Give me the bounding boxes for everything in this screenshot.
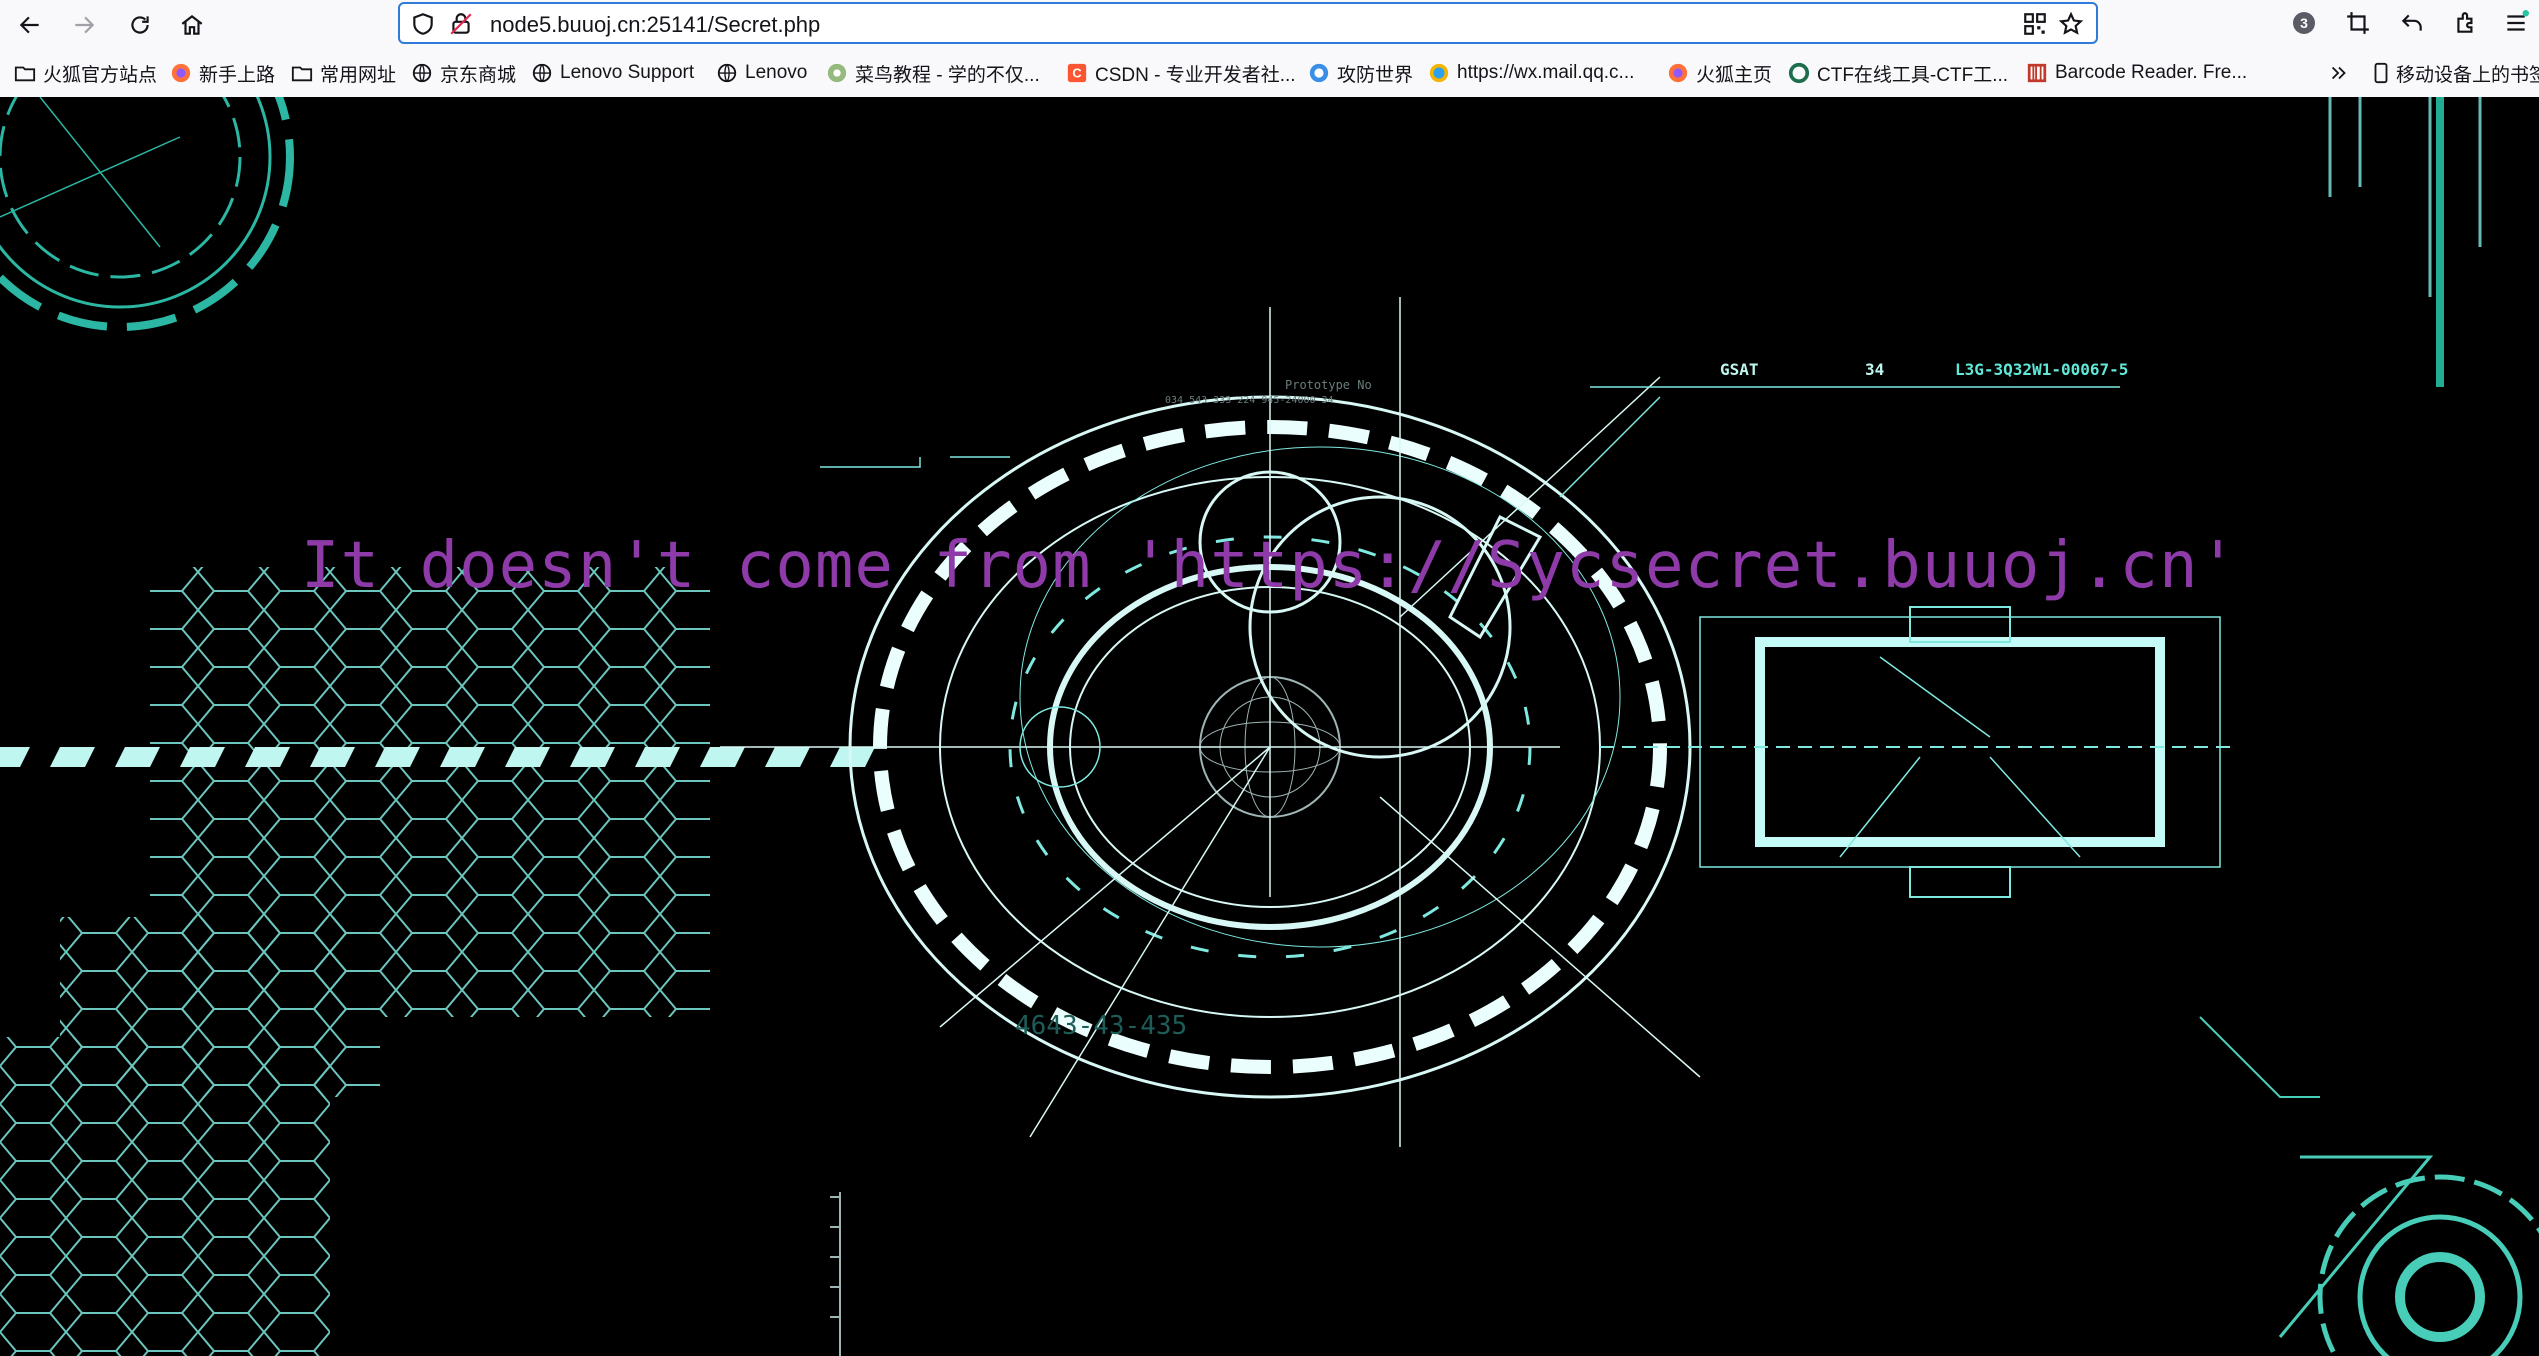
bookmark-label: https://wx.mail.qq.c... xyxy=(1457,62,1635,83)
bookmark-label: 攻防世界 xyxy=(1337,64,1414,86)
url-text[interactable]: node5.buuoj.cn:25141/Secret.php xyxy=(490,12,820,38)
folder-icon xyxy=(291,62,313,84)
bookmark-label: 京东商城 xyxy=(440,64,517,86)
hud-bottom-code: 4643-43-435 xyxy=(1015,1011,1187,1041)
browser-toolbar: node5.buuoj.cn:25141/Secret.php 3 xyxy=(0,0,2539,51)
bookmark-label: CSDN - 专业开发者社... xyxy=(1095,64,1296,86)
insecure-lock-icon[interactable] xyxy=(448,11,474,37)
firefox-icon xyxy=(170,62,192,84)
bookmark-label: CTF在线工具-CTF工... xyxy=(1817,64,2009,86)
arrow-right-icon xyxy=(75,16,95,34)
qqmail-icon xyxy=(1428,62,1450,84)
qr-code-icon[interactable] xyxy=(2022,11,2048,37)
adworld-icon xyxy=(1308,62,1330,84)
ctftools-icon xyxy=(1788,62,1810,84)
bookmark-item[interactable]: Barcode Reader. Fre... xyxy=(2026,58,2247,88)
bookmark-label: 火狐官方站点 xyxy=(43,64,158,86)
bookmark-item[interactable]: 常用网址 xyxy=(291,58,396,88)
chevron-double-right-icon xyxy=(2328,62,2350,84)
bookmark-item[interactable]: Lenovo Support xyxy=(531,58,694,88)
csdn-icon: C xyxy=(1066,62,1088,84)
shield-icon[interactable] xyxy=(410,11,436,37)
reload-button[interactable] xyxy=(122,7,158,43)
bookmark-label: 火狐主页 xyxy=(1696,64,1773,86)
bookmark-item[interactable]: 菜鸟教程 - 学的不仅... xyxy=(826,58,1040,88)
bookmark-item[interactable]: CTF在线工具-CTF工... xyxy=(1788,58,2008,88)
bookmark-item[interactable]: Lenovo xyxy=(716,58,807,88)
bookmark-item[interactable]: 火狐主页 xyxy=(1667,58,1772,88)
bookmark-label: 常用网址 xyxy=(320,64,397,86)
hamburger-menu-icon xyxy=(2507,10,2529,31)
extensions-badge: 3 xyxy=(2293,12,2315,34)
screenshot-button[interactable] xyxy=(2340,5,2376,41)
back-button[interactable] xyxy=(12,7,48,43)
firefox-icon xyxy=(1667,62,1689,84)
hud-serial: L3G-3Q32W1-00067-5 xyxy=(1955,360,2128,379)
extensions-button[interactable] xyxy=(2448,5,2484,41)
bookmark-label: 移动设备上的书签 xyxy=(2396,64,2539,86)
reload-icon xyxy=(131,16,149,34)
hud-gsat-number: 34 xyxy=(1865,360,1884,379)
hud-gsat-label: GSAT xyxy=(1720,360,1759,379)
extensions-count-button[interactable]: 3 xyxy=(2286,5,2322,41)
menu-button[interactable] xyxy=(2498,5,2534,41)
home-icon xyxy=(181,14,203,35)
mobile-bookmarks-folder[interactable]: 移动设备上的书签 xyxy=(2370,58,2539,88)
bookmark-label: 菜鸟教程 - 学的不仅... xyxy=(855,64,1040,86)
folder-icon xyxy=(14,62,36,84)
bookmark-item[interactable]: https://wx.mail.qq.c... xyxy=(1428,58,1634,88)
arrow-left-icon xyxy=(19,16,39,34)
bookmark-item[interactable]: 攻防世界 xyxy=(1308,58,1413,88)
mobile-device-icon xyxy=(2370,62,2392,84)
bookmark-star-icon[interactable] xyxy=(2058,11,2084,37)
bookmark-item[interactable]: C CSDN - 专业开发者社... xyxy=(1066,58,1296,88)
bookmark-label: 新手上路 xyxy=(199,64,276,86)
puzzle-icon xyxy=(2457,12,2473,33)
globe-icon xyxy=(531,62,553,84)
undo-button[interactable] xyxy=(2394,5,2430,41)
runoob-icon xyxy=(826,62,848,84)
more-bookmarks-button[interactable] xyxy=(2328,58,2357,88)
forward-button[interactable] xyxy=(66,7,102,43)
bookmark-label: Lenovo xyxy=(745,62,808,83)
bookmark-item[interactable]: 火狐官方站点 xyxy=(14,58,157,88)
hud-background-image: GSAT 34 L3G-3Q32W1-00067-5 Prototype No … xyxy=(0,97,2539,1356)
bookmark-label: Lenovo Support xyxy=(560,62,695,83)
globe-icon xyxy=(411,62,433,84)
hud-prototype-label: Prototype No xyxy=(1285,378,1372,392)
url-bar[interactable]: node5.buuoj.cn:25141/Secret.php xyxy=(398,2,2098,44)
hud-small-code: 034 543 333 224 945-24000 34 xyxy=(1165,395,1334,406)
barcode-icon xyxy=(2026,62,2048,84)
bookmarks-toolbar: 火狐官方站点 新手上路 常用网址 京东商城 Lenovo Support Len… xyxy=(0,50,2539,98)
bookmark-item[interactable]: 新手上路 xyxy=(170,58,275,88)
undo-icon xyxy=(2401,14,2422,31)
home-button[interactable] xyxy=(174,7,210,43)
origin-error-message: It doesn't come from 'https://Sycsecret.… xyxy=(300,529,2239,603)
bookmark-label: Barcode Reader. Fre... xyxy=(2055,62,2248,83)
globe-icon xyxy=(716,62,738,84)
svg-text:C: C xyxy=(1072,66,1081,81)
page-content: GSAT 34 L3G-3Q32W1-00067-5 Prototype No … xyxy=(0,97,2539,1356)
crop-icon xyxy=(2347,12,2369,34)
bookmark-item[interactable]: 京东商城 xyxy=(411,58,516,88)
